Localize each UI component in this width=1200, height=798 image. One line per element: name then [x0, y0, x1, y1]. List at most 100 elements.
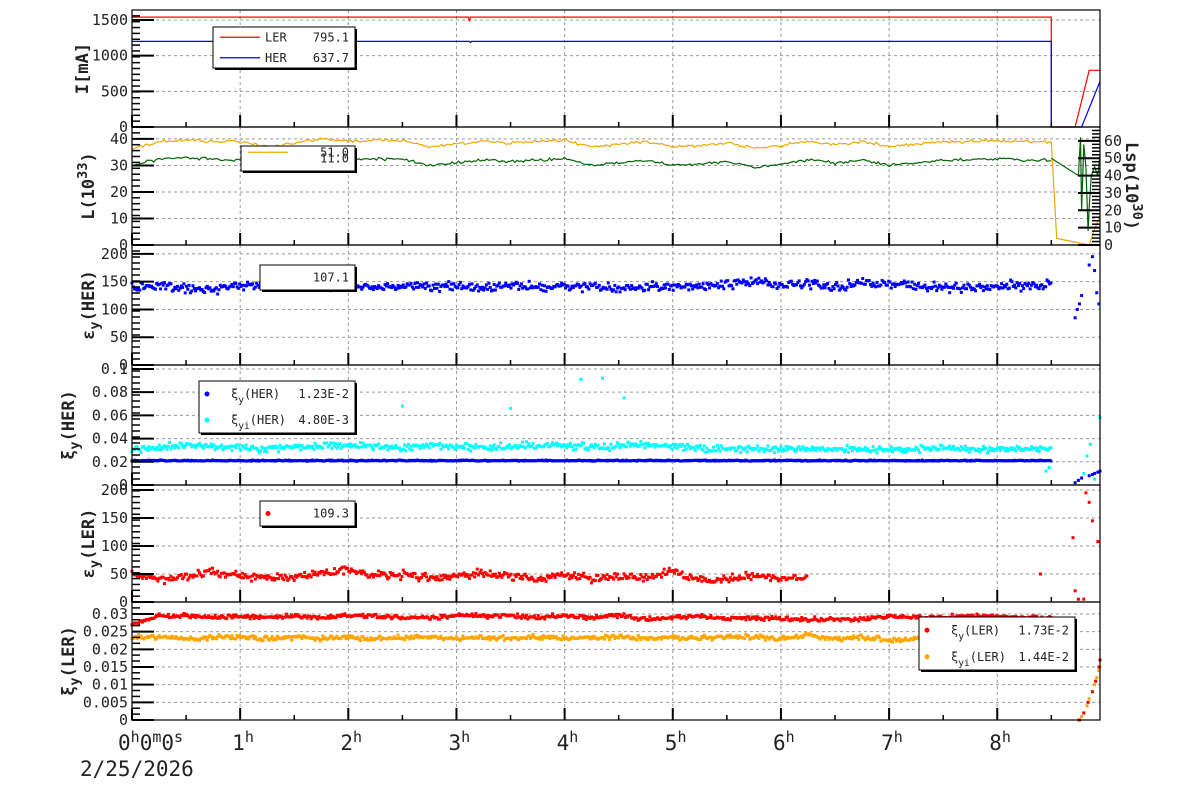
- data-point: [649, 575, 653, 579]
- legend: ξy​(HER)1.23E-2ξyi​(HER)4.80E-3: [198, 380, 357, 435]
- data-point: [252, 617, 256, 621]
- data-point: [582, 571, 586, 575]
- data-point: [976, 447, 980, 451]
- data-point: [1049, 446, 1053, 450]
- data-point: [836, 284, 840, 288]
- data-point: [650, 572, 654, 576]
- data-point: [845, 443, 849, 447]
- data-point: [621, 576, 625, 580]
- data-point: [1014, 286, 1018, 290]
- data-point: [592, 446, 596, 450]
- data-point: [525, 613, 529, 617]
- data-point: [1093, 477, 1097, 481]
- y-tick-label: 0.08: [92, 383, 128, 401]
- data-point: [769, 579, 773, 583]
- data-point: [438, 289, 442, 293]
- data-point: [888, 280, 892, 284]
- data-point: [846, 278, 850, 282]
- data-point: [673, 571, 677, 575]
- data-point: [319, 637, 323, 641]
- data-point: [474, 571, 478, 575]
- data-point: [240, 571, 244, 575]
- data-point: [719, 279, 723, 283]
- tick-number: 2: [340, 731, 353, 755]
- data-point: [327, 616, 331, 620]
- data-point: [342, 572, 346, 576]
- data-point: [531, 442, 535, 446]
- data-point: [1049, 459, 1053, 463]
- data-point: [680, 442, 684, 446]
- data-point: [264, 574, 268, 578]
- data-point: [438, 441, 442, 445]
- data-point: [480, 285, 484, 289]
- data-point: [447, 574, 451, 578]
- data-point: [553, 575, 557, 579]
- data-point: [984, 446, 988, 450]
- text-part: Lsp(10: [1121, 142, 1141, 203]
- data-point: [820, 286, 824, 290]
- data-point: [325, 568, 329, 572]
- data-point: [409, 444, 413, 448]
- data-point: [310, 444, 314, 448]
- data-point: [243, 446, 247, 450]
- data-point: [509, 286, 513, 290]
- data-point: [870, 284, 874, 288]
- data-point: [205, 638, 209, 642]
- data-point: [374, 612, 378, 616]
- data-point: [422, 282, 426, 286]
- data-point: [571, 448, 575, 452]
- data-point: [248, 448, 252, 452]
- data-point: [440, 578, 444, 582]
- data-point: [656, 285, 660, 289]
- data-point: [998, 286, 1002, 290]
- data-point: [988, 288, 992, 292]
- data-point: [375, 574, 379, 578]
- data-point: [647, 618, 651, 622]
- data-point: [1093, 683, 1097, 687]
- data-point: [757, 636, 761, 640]
- data-point: [578, 577, 582, 581]
- data-point: [1073, 316, 1077, 320]
- data-point: [959, 290, 963, 294]
- data-point: [761, 447, 765, 451]
- data-point: [1014, 449, 1018, 453]
- data-point: [229, 637, 233, 641]
- data-point: [469, 449, 473, 453]
- data-point: [554, 441, 558, 445]
- data-point: [744, 446, 748, 450]
- data-point: [414, 285, 418, 289]
- data-point: [1047, 466, 1051, 470]
- text-part: HER: [265, 51, 287, 65]
- data-point: [535, 617, 539, 621]
- data-point: [604, 577, 608, 581]
- x-tick-label: 7h​: [881, 728, 903, 755]
- data-point: [714, 449, 718, 453]
- data-point: [744, 618, 748, 622]
- data-point: [242, 288, 246, 292]
- data-point: [1093, 471, 1097, 475]
- y-tick-label: 150: [101, 273, 128, 291]
- y-tick-label: 0.02: [92, 453, 128, 471]
- data-point: [201, 446, 205, 450]
- data-point: [772, 451, 776, 455]
- data-point: [386, 282, 390, 286]
- data-point: [689, 284, 693, 288]
- data-point: [1082, 711, 1086, 715]
- data-point: [958, 448, 962, 452]
- data-point: [911, 287, 915, 291]
- data-point: [348, 442, 352, 446]
- legend-dot-marker: [204, 391, 210, 397]
- data-point: [643, 575, 647, 579]
- data-point: [495, 447, 499, 451]
- data-point: [743, 280, 747, 284]
- data-point: [850, 449, 854, 453]
- data-point: [948, 444, 952, 448]
- data-point: [811, 617, 815, 621]
- data-point: [316, 573, 320, 577]
- data-point: [209, 572, 213, 576]
- data-point: [678, 613, 682, 617]
- data-point: [968, 285, 972, 289]
- x-tick-label: 2h​: [340, 728, 362, 755]
- data-point: [863, 282, 867, 286]
- data-point: [329, 613, 333, 617]
